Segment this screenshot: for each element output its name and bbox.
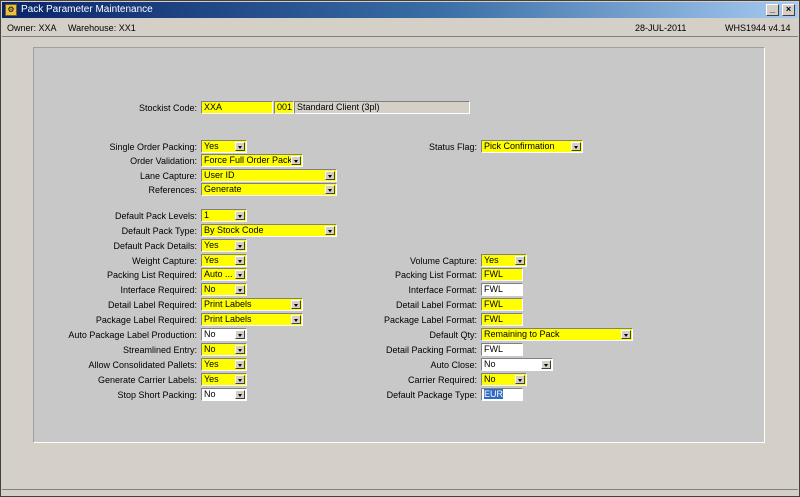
default-pack-details-select[interactable]: Yes <box>201 239 247 252</box>
allow-consolidated-pallets-select[interactable]: Yes <box>201 358 247 371</box>
auto-close-select[interactable]: No <box>481 358 553 371</box>
detail-label-required-select[interactable]: Print Labels <box>201 298 303 311</box>
chevron-down-icon[interactable] <box>571 142 581 151</box>
auto-package-label-production-label: Auto Package Label Production: <box>68 330 197 340</box>
status-flag-label: Status Flag: <box>428 142 477 152</box>
detail-packing-format-label: Detail Packing Format: <box>385 345 477 355</box>
chevron-down-icon[interactable] <box>235 345 245 354</box>
streamlined-entry-label: Streamlined Entry: <box>122 345 197 355</box>
detail-label-format-label: Detail Label Format: <box>395 300 477 310</box>
minimize-button[interactable]: _ <box>766 4 779 16</box>
generate-carrier-labels-select[interactable]: Yes <box>201 373 247 386</box>
stockist-name-field: Standard Client (3pl) <box>294 101 470 114</box>
detail-packing-format-field[interactable]: FWL <box>481 343 523 356</box>
packing-list-required-select[interactable]: Auto ... <box>201 268 247 281</box>
interface-required-label: Interface Required: <box>120 285 197 295</box>
chevron-down-icon[interactable] <box>235 270 245 279</box>
references-label: References: <box>148 185 197 195</box>
chevron-down-icon[interactable] <box>235 330 245 339</box>
app-icon: ⚙ <box>5 4 17 16</box>
chevron-down-icon[interactable] <box>235 360 245 369</box>
stockist-code-field[interactable]: XXA <box>201 101 273 114</box>
lane-capture-select[interactable]: User ID <box>201 169 337 182</box>
status-flag-select[interactable]: Pick Confirmation <box>481 140 583 153</box>
stockist-code-label: Stockist Code: <box>138 103 197 113</box>
status-divider <box>2 489 798 490</box>
detail-label-required-label: Detail Label Required: <box>107 300 197 310</box>
carrier-required-label: Carrier Required: <box>407 375 477 385</box>
app-window: ⚙ Pack Parameter Maintenance _ × Owner: … <box>0 0 800 497</box>
chevron-down-icon[interactable] <box>235 211 245 220</box>
default-package-type-label: Default Package Type: <box>386 390 477 400</box>
package-label-required-select[interactable]: Print Labels <box>201 313 303 326</box>
chevron-down-icon[interactable] <box>515 256 525 265</box>
info-bar: Owner: XXA Warehouse: XX1 28-JUL-2011 WH… <box>2 19 798 37</box>
default-pack-type-select[interactable]: By Stock Code <box>201 224 337 237</box>
stop-short-packing-select[interactable]: No <box>201 388 247 401</box>
single-order-packing-select[interactable]: Yes <box>201 140 247 153</box>
interface-required-select[interactable]: No <box>201 283 247 296</box>
generate-carrier-labels-label: Generate Carrier Labels: <box>97 375 197 385</box>
chevron-down-icon[interactable] <box>235 142 245 151</box>
package-label-format-field[interactable]: FWL <box>481 313 523 326</box>
chevron-down-icon[interactable] <box>541 360 551 369</box>
weight-capture-label: Weight Capture: <box>132 256 197 266</box>
default-pack-levels-label: Default Pack Levels: <box>114 211 197 221</box>
order-validation-select[interactable]: Force Full Order Pack <box>201 154 303 167</box>
chevron-down-icon[interactable] <box>325 185 335 194</box>
stockist-id-field: 001 <box>274 101 294 114</box>
allow-consolidated-pallets-label: Allow Consolidated Pallets: <box>88 360 197 370</box>
default-qty-label: Default Qty: <box>429 330 477 340</box>
chevron-down-icon[interactable] <box>291 315 301 324</box>
close-button[interactable]: × <box>782 4 795 16</box>
packing-list-format-field[interactable]: FWL <box>481 268 523 281</box>
single-order-packing-label: Single Order Packing: <box>109 142 197 152</box>
version-label: WHS1944 v4.14 <box>725 23 791 33</box>
chevron-down-icon[interactable] <box>325 171 335 180</box>
chevron-down-icon[interactable] <box>325 226 335 235</box>
default-qty-select[interactable]: Remaining to Pack <box>481 328 633 341</box>
volume-capture-label: Volume Capture: <box>409 256 477 266</box>
chevron-down-icon[interactable] <box>235 390 245 399</box>
detail-label-format-field[interactable]: FWL <box>481 298 523 311</box>
chevron-down-icon[interactable] <box>235 241 245 250</box>
date-label: 28-JUL-2011 <box>635 23 687 33</box>
chevron-down-icon[interactable] <box>515 375 525 384</box>
auto-close-label: Auto Close: <box>430 360 477 370</box>
streamlined-entry-select[interactable]: No <box>201 343 247 356</box>
chevron-down-icon[interactable] <box>235 285 245 294</box>
package-label-required-label: Package Label Required: <box>95 315 197 325</box>
chevron-down-icon[interactable] <box>621 330 631 339</box>
interface-format-label: Interface Format: <box>408 285 477 295</box>
interface-format-field[interactable]: FWL <box>481 283 523 296</box>
default-pack-type-label: Default Pack Type: <box>121 226 197 236</box>
chevron-down-icon[interactable] <box>235 256 245 265</box>
title-bar: ⚙ Pack Parameter Maintenance _ × <box>2 2 798 18</box>
window-title: Pack Parameter Maintenance <box>21 4 153 15</box>
weight-capture-select[interactable]: Yes <box>201 254 247 267</box>
chevron-down-icon[interactable] <box>291 300 301 309</box>
order-validation-label: Order Validation: <box>130 156 197 166</box>
references-select[interactable]: Generate <box>201 183 337 196</box>
default-pack-levels-select[interactable]: 1 <box>201 209 247 222</box>
default-pack-details-label: Default Pack Details: <box>113 241 197 251</box>
carrier-required-select[interactable]: No <box>481 373 527 386</box>
owner-label: Owner: XXA <box>7 23 57 33</box>
volume-capture-select[interactable]: Yes <box>481 254 527 267</box>
packing-list-format-label: Packing List Format: <box>394 270 477 280</box>
lane-capture-label: Lane Capture: <box>139 171 197 181</box>
packing-list-required-label: Packing List Required: <box>106 270 197 280</box>
auto-package-label-production-select[interactable]: No <box>201 328 247 341</box>
stop-short-packing-label: Stop Short Packing: <box>117 390 197 400</box>
chevron-down-icon[interactable] <box>291 156 301 165</box>
default-package-type-field[interactable]: EUR <box>481 388 523 401</box>
chevron-down-icon[interactable] <box>235 375 245 384</box>
package-label-format-label: Package Label Format: <box>383 315 477 325</box>
warehouse-label: Warehouse: XX1 <box>68 23 136 33</box>
